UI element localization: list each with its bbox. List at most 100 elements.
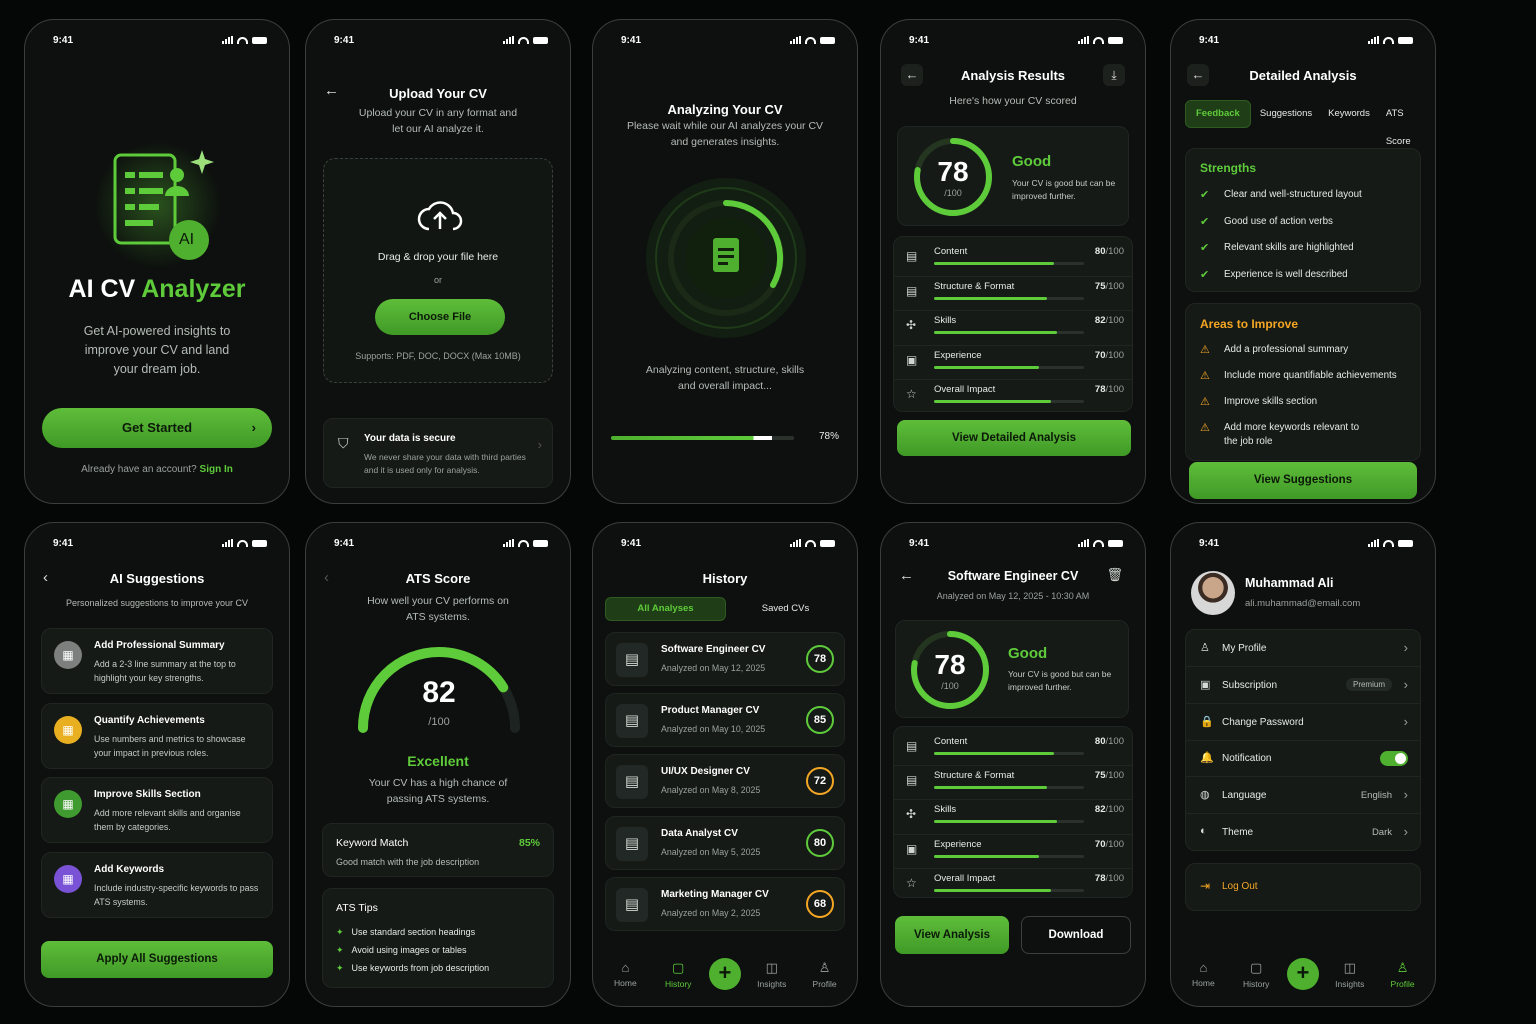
metric-bar-fill	[934, 262, 1054, 265]
strength-item: ✔ Relevant skills are highlighted	[1200, 241, 1406, 255]
profile-menu: ♙ My Profile › ▣ Subscription › Premium 🔒 Change…	[1185, 629, 1421, 851]
metric-max: /100	[1105, 246, 1125, 257]
keyword-match-title: Keyword Match	[336, 837, 409, 849]
choose-file-button[interactable]: Choose File	[375, 299, 505, 335]
nav-profile[interactable]: ♙ Profile	[803, 960, 847, 989]
metric-value: 82/100	[1095, 315, 1124, 326]
strength-text: Experience is well described	[1224, 268, 1348, 280]
trash-icon[interactable]: 🗑	[1106, 567, 1123, 583]
nav-history[interactable]: ▢ History	[1234, 960, 1278, 989]
divider	[894, 310, 1132, 311]
metrics-card: ▤ Content 80/100 ▤ Structure & Format 75/100 ✣…	[893, 726, 1133, 898]
tab-suggestions[interactable]: Suggestions	[1253, 100, 1319, 128]
suggestion-card[interactable]: ▦ Quantify Achievements Use numbers and me…	[41, 702, 273, 769]
metric-bar	[934, 365, 1084, 369]
nav-profile[interactable]: ♙ Profile	[1381, 960, 1425, 989]
history-item[interactable]: ▤ UI/UX Designer CV Analyzed on May 8, 202…	[605, 754, 845, 809]
metric-bar-fill	[934, 854, 1039, 858]
metric-max: /100	[1105, 315, 1125, 326]
nav-home[interactable]: ⌂ Home	[1181, 960, 1225, 988]
strength-item: ✔ Good use of action verbs	[1200, 215, 1406, 229]
history-item[interactable]: ▤ Product Manager CV Analyzed on May 10, 2…	[605, 693, 845, 748]
profile-menu-value: Dark	[1371, 827, 1392, 838]
metric-value: 80/100	[1095, 246, 1124, 257]
tab-feedback[interactable]: Feedback	[1185, 100, 1251, 128]
score-card: 78 /100 Good Your CV is good but can be …	[897, 126, 1129, 226]
page-title: Software Engineer CV	[947, 569, 1079, 583]
metric-row: ☆ Overall Impact 78/100	[894, 383, 1132, 417]
tab-saved-cvs[interactable]: Saved CVs	[726, 597, 845, 621]
profile-menu-item[interactable]: 🔔 Notification	[1186, 740, 1420, 778]
signin-row: Already have an account? Sign In	[81, 464, 233, 475]
status-bar: 9:41	[593, 523, 857, 563]
results-subtitle: Here's how your CV scored	[949, 95, 1077, 107]
history-item[interactable]: ▤ Marketing Manager CV Analyzed on May 2, …	[605, 876, 845, 931]
tab-ats-score[interactable]: ATS Score	[1379, 100, 1429, 147]
get-started-button[interactable]: Get Started ›	[42, 408, 272, 448]
profile-menu-item[interactable]: ◍ Language › English	[1186, 777, 1420, 815]
notification-toggle[interactable]	[1380, 751, 1408, 767]
analyzed-date: Analyzed on May 12, 2025 - 10:30 AM	[936, 591, 1090, 601]
metric-score: 78	[1094, 384, 1106, 395]
metric-label: Structure & Format	[934, 280, 1015, 292]
add-analysis-button[interactable]: +	[708, 958, 741, 990]
suggestion-title: Add Professional Summary	[94, 640, 225, 651]
download-icon[interactable]: ⤓	[1103, 64, 1125, 86]
nav-home[interactable]: ⌂ Home	[603, 960, 647, 988]
history-item[interactable]: ▤ Software Engineer CV Analyzed on May 12,…	[605, 632, 845, 686]
drop-zone[interactable]: Drag & drop your file here or Choose Fil…	[323, 158, 553, 383]
tab-keywords[interactable]: Keywords	[1321, 100, 1377, 128]
profile-menu-item[interactable]: ◐ Theme › Dark	[1186, 814, 1420, 851]
chevron-right-icon: ›	[1403, 824, 1408, 839]
metric-bar	[934, 296, 1084, 300]
phone-detailed: 9:41 ← Detailed Analysis Feedback Sugges…	[1170, 19, 1436, 504]
sparkle-icon: ✦	[336, 945, 344, 955]
view-analysis-button[interactable]: View Analysis	[895, 916, 1009, 954]
nav-history[interactable]: ▢ History	[656, 960, 700, 989]
ats-gauge: 82 /100	[351, 636, 527, 736]
metric-bar-fill	[934, 365, 1039, 369]
lock-icon: 🔒	[1200, 715, 1214, 728]
sign-in-link[interactable]: Sign In	[200, 464, 233, 475]
nav-insights[interactable]: ◫ Insights	[750, 960, 794, 989]
document-icon: ▤	[906, 249, 918, 263]
or-text: or	[433, 275, 442, 285]
suggestion-description: Use numbers and metrics to showcase your…	[94, 733, 246, 758]
metric-max: /100	[1105, 770, 1125, 782]
history-item[interactable]: ▤ Data Analyst CV Analyzed on May 5, 2025 8…	[605, 815, 845, 870]
divider	[894, 275, 1132, 277]
strength-text: Relevant skills are highlighted	[1224, 242, 1354, 253]
download-button[interactable]: Download	[1021, 916, 1131, 954]
ats-tip-text: Use keywords from job description	[351, 963, 490, 973]
nav-insights[interactable]: ◫ Insights	[1328, 960, 1372, 989]
cloud-upload-icon	[417, 199, 463, 238]
profile-menu-item[interactable]: 🔒 Change Password ›	[1186, 704, 1420, 741]
chevron-right-icon: ›	[1403, 676, 1408, 692]
suggestion-icon: ▦	[54, 864, 82, 893]
insights-icon: ◫	[765, 959, 778, 975]
check-circle-icon: ✔	[1200, 268, 1210, 281]
logo-ai-text: AI	[179, 231, 195, 248]
logout-card[interactable]: ⇥ Log Out	[1185, 863, 1421, 911]
profile-menu-item[interactable]: ♙ My Profile ›	[1186, 630, 1420, 667]
profile-menu-item[interactable]: ▣ Subscription › Premium	[1186, 667, 1420, 704]
view-detailed-analysis-button[interactable]: View Detailed Analysis	[897, 420, 1131, 456]
page-title: AI Suggestions	[109, 571, 205, 586]
metric-score: 70	[1094, 838, 1106, 850]
rating-label: Good	[1008, 645, 1048, 662]
analyzing-description: Please wait while our AI analyzes your C…	[626, 120, 824, 148]
profile-menu-label: My Profile	[1222, 643, 1267, 654]
suggestion-card[interactable]: ▦ Add Professional Summary Add a 2-3 line …	[41, 628, 273, 694]
file-icon: ▤	[616, 887, 648, 922]
metric-bar	[934, 820, 1084, 824]
score-max: /100	[944, 188, 962, 198]
suggestion-card[interactable]: ▦ Improve Skills Section Add more relevant…	[41, 777, 273, 843]
add-analysis-button[interactable]: +	[1286, 958, 1319, 990]
tab-all-analyses[interactable]: All Analyses	[605, 597, 726, 621]
logout-label: Log Out	[1222, 881, 1258, 892]
suggestion-card[interactable]: ▦ Add Keywords Include industry-specific k…	[41, 851, 273, 918]
profile-name: Muhammad Ali	[1245, 576, 1334, 590]
view-suggestions-button[interactable]: View Suggestions	[1189, 462, 1417, 499]
metric-score: 75	[1094, 280, 1106, 292]
apply-all-suggestions-button[interactable]: Apply All Suggestions	[41, 941, 273, 978]
